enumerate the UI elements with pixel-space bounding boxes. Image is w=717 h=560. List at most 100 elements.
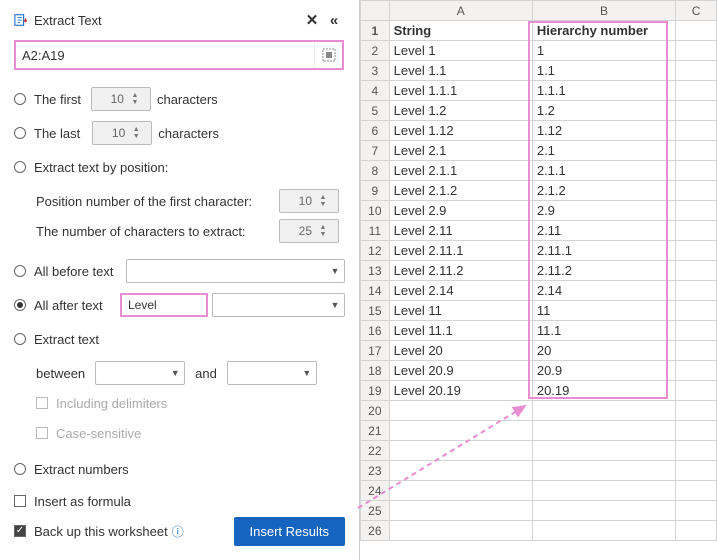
cell[interactable]: Hierarchy number [532, 21, 675, 41]
cell[interactable]: 11.1 [532, 321, 675, 341]
insert-results-button[interactable]: Insert Results [234, 517, 345, 546]
cell[interactable]: 1 [532, 41, 675, 61]
checkbox-case-sensitive[interactable] [36, 427, 48, 439]
cell[interactable]: 20 [532, 341, 675, 361]
cell[interactable] [389, 421, 532, 441]
cell[interactable] [676, 241, 717, 261]
range-select-button[interactable] [314, 42, 342, 68]
cell[interactable] [532, 481, 675, 501]
cell[interactable] [676, 521, 717, 541]
cell[interactable]: 2.11.2 [532, 261, 675, 281]
cell[interactable] [676, 41, 717, 61]
row-header[interactable]: 25 [361, 501, 390, 521]
cell[interactable]: String [389, 21, 532, 41]
row-header[interactable]: 1 [361, 21, 390, 41]
cell[interactable]: Level 2.11.1 [389, 241, 532, 261]
row-header[interactable]: 6 [361, 121, 390, 141]
cell[interactable]: 1.1 [532, 61, 675, 81]
cell[interactable] [676, 361, 717, 381]
input-all-after[interactable] [120, 293, 208, 317]
row-header[interactable]: 14 [361, 281, 390, 301]
cell[interactable] [676, 341, 717, 361]
cell[interactable]: Level 1.1 [389, 61, 532, 81]
cell[interactable]: Level 1.2 [389, 101, 532, 121]
cell[interactable]: 2.11 [532, 221, 675, 241]
cell[interactable]: Level 2.11 [389, 221, 532, 241]
cell[interactable]: Level 20 [389, 341, 532, 361]
row-header[interactable]: 7 [361, 141, 390, 161]
spinner-the-first[interactable]: ▲▼ [91, 87, 151, 111]
sub-case-sensitive[interactable]: Case-sensitive [36, 418, 345, 448]
cell[interactable] [676, 481, 717, 501]
cell[interactable] [676, 261, 717, 281]
cell[interactable]: 2.1.2 [532, 181, 675, 201]
cell[interactable] [389, 481, 532, 501]
row-header[interactable]: 13 [361, 261, 390, 281]
row-header[interactable]: 17 [361, 341, 390, 361]
option-extract-text[interactable]: Extract text [14, 324, 345, 354]
corner-header[interactable] [361, 1, 390, 21]
option-by-position[interactable]: Extract text by position: [14, 152, 345, 182]
cell[interactable]: 11 [532, 301, 675, 321]
cell[interactable]: Level 2.1 [389, 141, 532, 161]
cell[interactable]: 1.12 [532, 121, 675, 141]
dropdown-all-before[interactable]: ▼ [126, 259, 345, 283]
row-header[interactable]: 3 [361, 61, 390, 81]
row-header[interactable]: 12 [361, 241, 390, 261]
cell[interactable]: Level 20.9 [389, 361, 532, 381]
cell[interactable]: 20.19 [532, 381, 675, 401]
row-header[interactable]: 9 [361, 181, 390, 201]
cell[interactable]: 1.2 [532, 101, 675, 121]
cell[interactable] [389, 501, 532, 521]
cell[interactable] [676, 421, 717, 441]
row-header[interactable]: 20 [361, 401, 390, 421]
option-the-first[interactable]: The first ▲▼ characters [14, 84, 345, 114]
option-all-after[interactable]: All after text ▼ [14, 290, 345, 320]
option-extract-numbers[interactable]: Extract numbers [14, 454, 345, 484]
spinner-char-count-value[interactable] [280, 224, 316, 238]
cell[interactable] [532, 441, 675, 461]
cell[interactable] [676, 161, 717, 181]
spinner-char-count[interactable]: ▲▼ [279, 219, 339, 243]
row-header[interactable]: 15 [361, 301, 390, 321]
cell[interactable] [532, 421, 675, 441]
cell[interactable]: Level 11 [389, 301, 532, 321]
cell[interactable] [532, 521, 675, 541]
spinner-arrows[interactable]: ▲▼ [128, 92, 142, 106]
cell[interactable] [389, 461, 532, 481]
help-icon[interactable]: ⓘ [172, 523, 184, 540]
spinner-first-char[interactable]: ▲▼ [279, 189, 339, 213]
cell[interactable]: Level 1.1.1 [389, 81, 532, 101]
cell[interactable] [532, 401, 675, 421]
cell[interactable] [389, 521, 532, 541]
cell[interactable] [676, 21, 717, 41]
close-button[interactable]: ✕ [301, 9, 323, 31]
dropdown-all-after[interactable]: ▼ [212, 293, 345, 317]
cell[interactable]: Level 2.14 [389, 281, 532, 301]
cell[interactable] [532, 461, 675, 481]
row-header[interactable]: 2 [361, 41, 390, 61]
row-header[interactable]: 19 [361, 381, 390, 401]
spinner-the-last[interactable]: ▲▼ [92, 121, 152, 145]
cell[interactable]: 2.1 [532, 141, 675, 161]
cell[interactable]: Level 11.1 [389, 321, 532, 341]
spinner-first-char-value[interactable] [280, 194, 316, 208]
col-header-A[interactable]: A [389, 1, 532, 21]
cell[interactable]: 1.1.1 [532, 81, 675, 101]
row-header[interactable]: 21 [361, 421, 390, 441]
radio-extract-text[interactable] [14, 333, 26, 345]
sub-including-delims[interactable]: Including delimiters [36, 388, 345, 418]
row-header[interactable]: 4 [361, 81, 390, 101]
cell[interactable]: Level 1 [389, 41, 532, 61]
cell[interactable]: 2.9 [532, 201, 675, 221]
radio-the-first[interactable] [14, 93, 26, 105]
cell[interactable]: Level 2.1.2 [389, 181, 532, 201]
cell[interactable] [676, 201, 717, 221]
col-header-C[interactable]: C [676, 1, 717, 21]
cell[interactable]: 20.9 [532, 361, 675, 381]
option-all-before[interactable]: All before text ▼ [14, 256, 345, 286]
cell[interactable]: Level 2.9 [389, 201, 532, 221]
cell[interactable] [676, 141, 717, 161]
row-header[interactable]: 5 [361, 101, 390, 121]
cell[interactable] [676, 401, 717, 421]
